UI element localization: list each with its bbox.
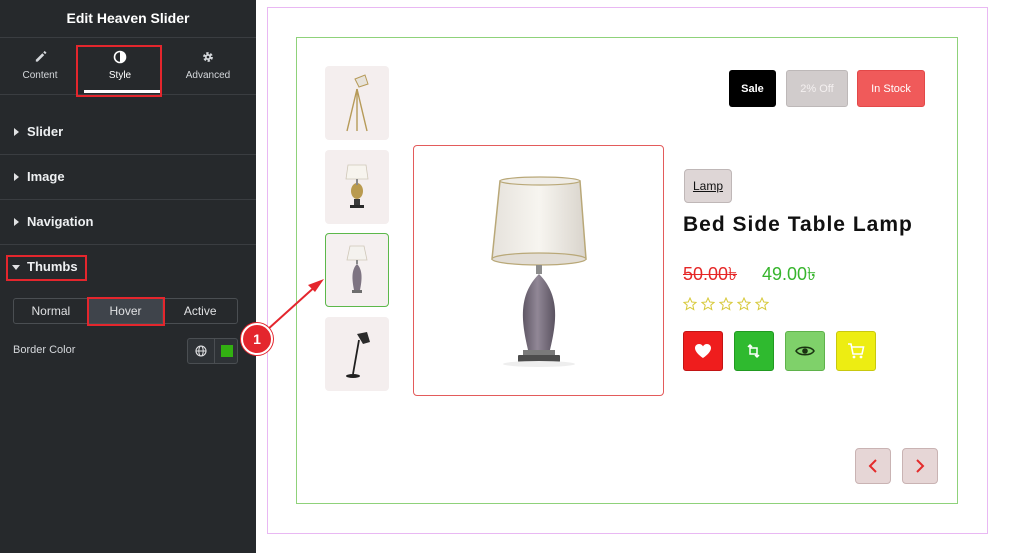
chevron-right-icon xyxy=(916,459,925,473)
bedside-lamp-image xyxy=(491,176,587,367)
tab-content-label: Content xyxy=(22,70,58,81)
wishlist-button[interactable] xyxy=(683,331,723,371)
tab-content[interactable]: Content xyxy=(0,38,80,94)
caret-right-icon xyxy=(14,173,19,181)
old-price: 50.00৳ xyxy=(683,264,738,284)
thumbnail-desk-lamp[interactable] xyxy=(325,317,389,391)
editor-panel: Edit Heaven Slider Content Style Advance… xyxy=(0,0,256,553)
thumbnail-floor-lamp[interactable] xyxy=(325,66,389,140)
chevron-left-icon xyxy=(868,459,877,473)
floor-lamp-icon xyxy=(346,74,369,132)
globe-icon[interactable] xyxy=(188,339,214,363)
style-tab-highlight xyxy=(76,45,162,97)
heart-icon xyxy=(695,344,711,358)
caret-right-icon xyxy=(14,218,19,226)
slider-next-button[interactable] xyxy=(902,448,938,484)
state-normal[interactable]: Normal xyxy=(14,299,88,323)
color-picker[interactable] xyxy=(214,339,238,363)
tab-advanced[interactable]: Advanced xyxy=(168,38,248,94)
product-main-image[interactable] xyxy=(413,145,664,396)
border-color-control xyxy=(187,338,238,364)
section-image[interactable]: Image xyxy=(0,156,256,200)
thumbnail-gold-lamp[interactable] xyxy=(325,150,389,224)
section-slider[interactable]: Slider xyxy=(0,111,256,155)
pencil-icon xyxy=(0,38,80,62)
star-icon xyxy=(737,297,751,311)
hover-highlight xyxy=(87,297,165,326)
stock-badge[interactable]: In Stock xyxy=(857,70,925,107)
star-icon xyxy=(719,297,733,311)
discount-badge[interactable]: 2% Off xyxy=(786,70,848,107)
section-navigation[interactable]: Navigation xyxy=(0,201,256,245)
panel-title: Edit Heaven Slider xyxy=(0,0,256,38)
rating-stars xyxy=(683,297,769,311)
bedside-lamp-icon xyxy=(346,245,368,293)
star-icon xyxy=(701,297,715,311)
thumbs-highlight xyxy=(6,255,87,281)
section-image-label: Image xyxy=(27,169,65,184)
quick-view-button[interactable] xyxy=(785,331,825,371)
gear-icon xyxy=(168,38,248,62)
eye-icon xyxy=(795,346,815,356)
thumbnail-bedside-lamp[interactable] xyxy=(325,233,389,307)
state-active[interactable]: Active xyxy=(163,299,237,323)
compare-icon xyxy=(747,343,760,359)
gold-table-lamp-icon xyxy=(345,164,369,208)
section-navigation-label: Navigation xyxy=(27,214,94,229)
compare-button[interactable] xyxy=(734,331,774,371)
border-color-label: Border Color xyxy=(13,344,76,356)
section-slider-label: Slider xyxy=(27,124,64,139)
tab-advanced-label: Advanced xyxy=(185,70,231,81)
sale-badge[interactable]: Sale xyxy=(729,70,776,107)
star-icon xyxy=(683,297,697,311)
slider-prev-button[interactable] xyxy=(855,448,891,484)
desk-lamp-icon xyxy=(346,332,370,378)
caret-right-icon xyxy=(14,128,19,136)
add-to-cart-button[interactable] xyxy=(836,331,876,371)
category-tag[interactable]: Lamp xyxy=(684,169,732,203)
color-swatch xyxy=(220,345,233,357)
preview-canvas: Sale 2% Off In Stock Lamp Bed Side Table… xyxy=(256,0,1024,553)
star-icon xyxy=(755,297,769,311)
product-title: Bed Side Table Lamp xyxy=(683,213,913,236)
cart-icon xyxy=(848,343,865,359)
new-price: 49.00৳ xyxy=(762,264,817,284)
step-number-badge: 1 xyxy=(241,323,273,355)
